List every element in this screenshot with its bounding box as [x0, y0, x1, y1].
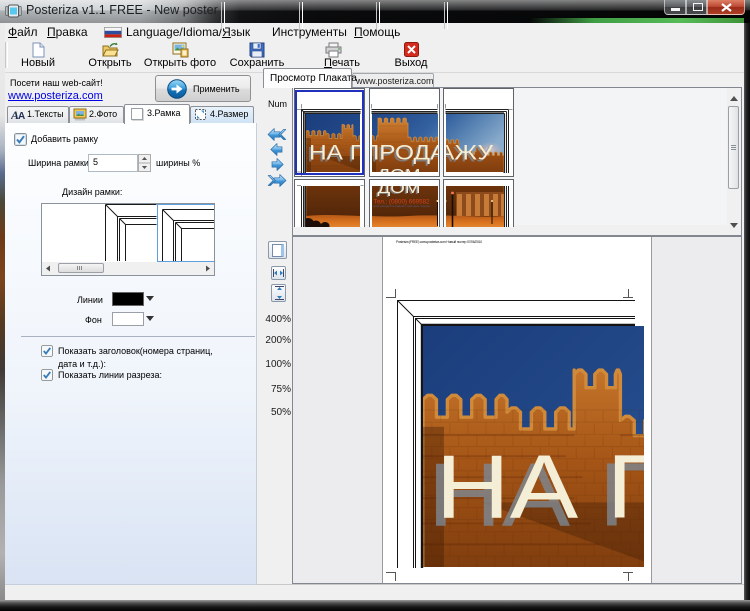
svg-text:A: A	[18, 111, 25, 120]
